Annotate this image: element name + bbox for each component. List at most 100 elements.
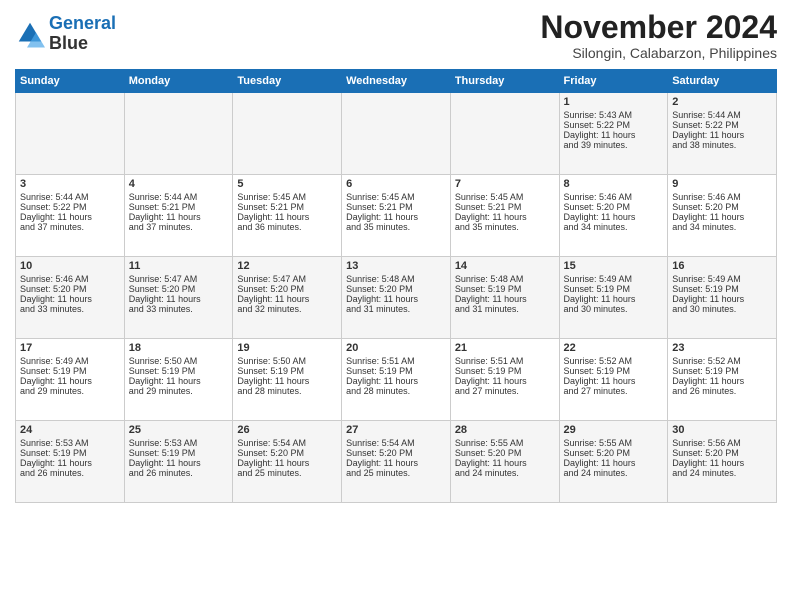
day-info: Sunrise: 5:52 AM [564,356,664,366]
calendar-cell: 4Sunrise: 5:44 AMSunset: 5:21 PMDaylight… [124,175,233,257]
day-number: 7 [455,178,555,190]
day-info: and 34 minutes. [672,222,772,232]
header-row: SundayMondayTuesdayWednesdayThursdayFrid… [16,70,777,93]
calendar-cell [233,93,342,175]
logo-text: General Blue [49,14,116,54]
day-info: Daylight: 11 hours [564,294,664,304]
day-info: Sunrise: 5:54 AM [346,438,446,448]
calendar-cell: 9Sunrise: 5:46 AMSunset: 5:20 PMDaylight… [668,175,777,257]
day-info: and 32 minutes. [237,304,337,314]
day-info: Sunrise: 5:45 AM [455,192,555,202]
day-info: Sunset: 5:20 PM [346,448,446,458]
day-info: Sunrise: 5:55 AM [455,438,555,448]
day-header-saturday: Saturday [668,70,777,93]
day-number: 2 [672,96,772,108]
calendar-cell: 10Sunrise: 5:46 AMSunset: 5:20 PMDayligh… [16,257,125,339]
calendar-cell: 1Sunrise: 5:43 AMSunset: 5:22 PMDaylight… [559,93,668,175]
calendar-cell: 15Sunrise: 5:49 AMSunset: 5:19 PMDayligh… [559,257,668,339]
day-info: Sunrise: 5:44 AM [20,192,120,202]
day-info: Daylight: 11 hours [455,458,555,468]
day-info: Sunrise: 5:51 AM [455,356,555,366]
day-info: Daylight: 11 hours [129,376,229,386]
day-info: Sunset: 5:20 PM [237,448,337,458]
calendar-cell [124,93,233,175]
day-info: Sunrise: 5:49 AM [20,356,120,366]
day-info: Sunrise: 5:46 AM [20,274,120,284]
day-number: 3 [20,178,120,190]
day-number: 6 [346,178,446,190]
day-info: Daylight: 11 hours [20,294,120,304]
day-info: Daylight: 11 hours [672,212,772,222]
day-info: Daylight: 11 hours [564,458,664,468]
day-info: and 31 minutes. [455,304,555,314]
day-info: Sunrise: 5:48 AM [455,274,555,284]
day-info: and 24 minutes. [672,468,772,478]
day-info: Daylight: 11 hours [564,376,664,386]
day-number: 22 [564,342,664,354]
day-info: Daylight: 11 hours [672,458,772,468]
calendar-cell: 7Sunrise: 5:45 AMSunset: 5:21 PMDaylight… [450,175,559,257]
calendar-cell [16,93,125,175]
day-number: 27 [346,424,446,436]
day-info: Daylight: 11 hours [346,458,446,468]
calendar-cell: 24Sunrise: 5:53 AMSunset: 5:19 PMDayligh… [16,421,125,503]
day-info: Sunset: 5:20 PM [237,284,337,294]
day-info: Sunrise: 5:47 AM [129,274,229,284]
day-info: Sunset: 5:22 PM [672,120,772,130]
day-info: and 39 minutes. [564,140,664,150]
day-info: Sunset: 5:19 PM [129,366,229,376]
calendar-cell: 11Sunrise: 5:47 AMSunset: 5:20 PMDayligh… [124,257,233,339]
day-header-wednesday: Wednesday [342,70,451,93]
day-info: and 38 minutes. [672,140,772,150]
day-info: and 31 minutes. [346,304,446,314]
day-header-thursday: Thursday [450,70,559,93]
day-info: Daylight: 11 hours [20,376,120,386]
calendar-cell: 18Sunrise: 5:50 AMSunset: 5:19 PMDayligh… [124,339,233,421]
week-row-0: 1Sunrise: 5:43 AMSunset: 5:22 PMDaylight… [16,93,777,175]
day-header-sunday: Sunday [16,70,125,93]
day-info: Sunset: 5:22 PM [20,202,120,212]
day-info: Sunset: 5:20 PM [564,448,664,458]
day-info: Sunset: 5:19 PM [237,366,337,376]
day-info: Sunset: 5:21 PM [455,202,555,212]
calendar-cell: 19Sunrise: 5:50 AMSunset: 5:19 PMDayligh… [233,339,342,421]
calendar-cell [342,93,451,175]
day-number: 4 [129,178,229,190]
day-number: 18 [129,342,229,354]
day-number: 30 [672,424,772,436]
day-number: 21 [455,342,555,354]
calendar-cell: 8Sunrise: 5:46 AMSunset: 5:20 PMDaylight… [559,175,668,257]
day-info: Daylight: 11 hours [672,130,772,140]
day-info: and 30 minutes. [672,304,772,314]
location: Silongin, Calabarzon, Philippines [540,45,777,61]
day-number: 17 [20,342,120,354]
day-info: Sunrise: 5:46 AM [672,192,772,202]
day-info: Sunset: 5:19 PM [564,366,664,376]
day-number: 16 [672,260,772,272]
day-info: and 30 minutes. [564,304,664,314]
title-area: November 2024 Silongin, Calabarzon, Phil… [540,10,777,61]
day-number: 12 [237,260,337,272]
day-info: Sunrise: 5:49 AM [564,274,664,284]
calendar-cell: 26Sunrise: 5:54 AMSunset: 5:20 PMDayligh… [233,421,342,503]
day-info: Daylight: 11 hours [20,212,120,222]
day-info: Sunrise: 5:46 AM [564,192,664,202]
day-info: Sunrise: 5:45 AM [237,192,337,202]
day-info: and 28 minutes. [346,386,446,396]
day-number: 20 [346,342,446,354]
day-info: Sunset: 5:20 PM [346,284,446,294]
calendar-cell: 29Sunrise: 5:55 AMSunset: 5:20 PMDayligh… [559,421,668,503]
calendar-cell: 13Sunrise: 5:48 AMSunset: 5:20 PMDayligh… [342,257,451,339]
logo: General Blue [15,14,116,54]
day-info: Sunrise: 5:52 AM [672,356,772,366]
header: General Blue November 2024 Silongin, Cal… [15,10,777,61]
day-info: Sunset: 5:21 PM [346,202,446,212]
day-info: Sunset: 5:20 PM [455,448,555,458]
day-header-monday: Monday [124,70,233,93]
day-info: Daylight: 11 hours [129,212,229,222]
day-info: Daylight: 11 hours [564,130,664,140]
day-info: Sunset: 5:19 PM [455,284,555,294]
calendar-cell: 23Sunrise: 5:52 AMSunset: 5:19 PMDayligh… [668,339,777,421]
day-info: Daylight: 11 hours [237,212,337,222]
day-info: Daylight: 11 hours [20,458,120,468]
